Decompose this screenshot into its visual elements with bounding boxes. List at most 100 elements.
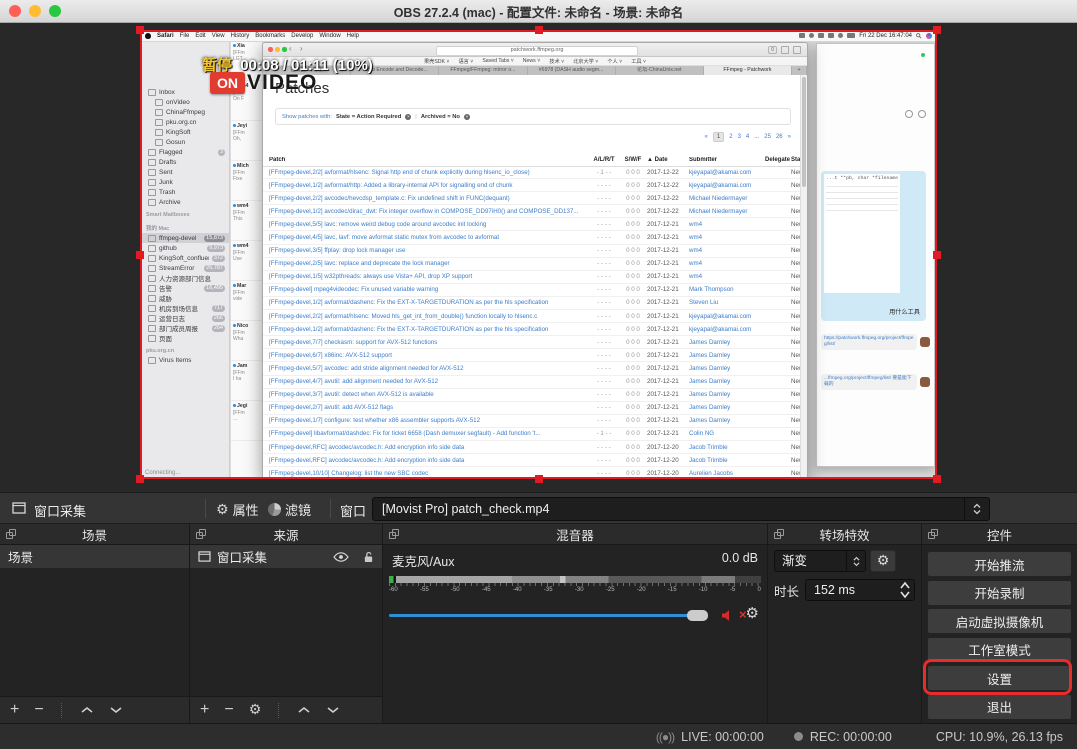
- menu-item[interactable]: View: [212, 33, 225, 39]
- mail-folder[interactable]: Virus Items: [140, 355, 229, 365]
- patch-row[interactable]: [FFmpeg-devel,6/7] x86inc: AVX-512 suppo…: [263, 349, 800, 362]
- mail-list-item[interactable]: wm4[FFmThis: [231, 201, 262, 241]
- page-link[interactable]: 26: [776, 134, 783, 140]
- patch-row[interactable]: [FFmpeg-devel,5/7] avcodec: add stride a…: [263, 362, 800, 375]
- patch-row[interactable]: [FFmpeg-devel,RFC] avcodec/avcodec.h: Ad…: [263, 454, 800, 467]
- page-link[interactable]: 1: [713, 132, 724, 142]
- resize-handle[interactable]: [136, 26, 144, 34]
- patch-row[interactable]: [FFmpeg-devel,1/2] avcodec/dirac_dwt: Fi…: [263, 205, 800, 218]
- mail-folder[interactable]: onVideo: [140, 97, 229, 107]
- transition-select[interactable]: 渐变: [774, 550, 866, 572]
- menu-item[interactable]: Edit: [195, 33, 205, 39]
- menu-item[interactable]: Window: [319, 33, 340, 39]
- page-link[interactable]: ...: [754, 134, 759, 140]
- start-streaming-button[interactable]: 开始推流: [928, 552, 1071, 576]
- mail-list-item[interactable]: Mar[FFmvide: [231, 281, 262, 321]
- settings-button[interactable]: 设置: [928, 666, 1071, 690]
- mail-folder[interactable]: 页面: [140, 333, 229, 343]
- patch-row[interactable]: [FFmpeg-devel,10/10] Changelog: list the…: [263, 467, 800, 479]
- mail-folder[interactable]: Drafts: [140, 157, 229, 167]
- page-link[interactable]: 2: [729, 134, 732, 140]
- mail-folder[interactable]: ChinaFfmpeg: [140, 107, 229, 117]
- bookmark-item[interactable]: 个人 ˅: [607, 58, 622, 65]
- bookmark-item[interactable]: Saved Tabs ˅: [482, 58, 513, 64]
- patch-row[interactable]: [FFmpeg-devel] mpeg4videodec: Fix unused…: [263, 284, 800, 297]
- mail-folder[interactable]: KingSoft_confluence372: [140, 253, 229, 263]
- filters-button[interactable]: 滤镜: [268, 500, 311, 519]
- mail-folder[interactable]: 机房到场信息717: [140, 303, 229, 313]
- column-header[interactable]: S/W/F: [619, 157, 647, 163]
- page-link[interactable]: »: [788, 134, 791, 140]
- column-header[interactable]: Submitter: [689, 157, 765, 163]
- minimize-button[interactable]: [29, 5, 41, 17]
- scrollbar[interactable]: [800, 75, 807, 479]
- popout-icon[interactable]: [6, 529, 16, 539]
- mail-list-item[interactable]: Mich[FFmFixe: [231, 161, 262, 201]
- page-link[interactable]: 4: [746, 134, 749, 140]
- mail-folder[interactable]: 告警16,495: [140, 283, 229, 293]
- patch-row[interactable]: [FFmpeg-devel,2/2] avcodec/hevcdsp_templ…: [263, 192, 800, 205]
- safari-window[interactable]: ‹ › patchwork.ffmpeg.org 0 果壳SDK ˅语言 ˅Sa…: [262, 42, 808, 479]
- scene-item[interactable]: 场景: [0, 545, 189, 568]
- mail-folder[interactable]: 威胁: [140, 293, 229, 303]
- mail-folder[interactable]: 运营日志266: [140, 313, 229, 323]
- exit-button[interactable]: 退出: [928, 695, 1071, 719]
- column-header[interactable]: Delegate: [765, 157, 791, 163]
- spinner-arrows-icon[interactable]: [899, 581, 911, 599]
- safari-tab[interactable]: FFmpeg/FFmpeg: mirror o...: [439, 66, 527, 75]
- patch-row[interactable]: [FFmpeg-devel] libavformat/dashdec: Fix …: [263, 428, 800, 441]
- resize-handle[interactable]: [535, 475, 543, 483]
- transition-gear-button[interactable]: ⚙: [870, 550, 896, 572]
- page-link[interactable]: «: [705, 134, 708, 140]
- column-header[interactable]: A/L/R/T: [589, 157, 619, 163]
- close-button[interactable]: [9, 5, 21, 17]
- virtual-camera-button[interactable]: 启动虚拟摄像机: [928, 609, 1071, 633]
- move-source-up-button[interactable]: [297, 706, 311, 714]
- popout-icon[interactable]: [928, 529, 938, 539]
- patch-row[interactable]: [FFmpeg-devel,1/2] avformat/dashenc: Fix…: [263, 297, 800, 310]
- mail-list-item[interactable]: Jegi[FFm...: [231, 401, 262, 441]
- properties-button[interactable]: ⚙ 属性: [216, 500, 259, 519]
- remove-scene-button[interactable]: −: [34, 702, 43, 718]
- window-select[interactable]: [Movist Pro] patch_check.mp4: [372, 497, 990, 521]
- mute-speaker-icon[interactable]: [721, 609, 734, 622]
- visibility-eye-icon[interactable]: [333, 552, 349, 562]
- patch-row[interactable]: [FFmpeg-devel,7/7] checkasm: support for…: [263, 336, 800, 349]
- chat-window[interactable]: ...t **pb, char *filename 用什么工具 https://…: [816, 43, 935, 467]
- source-properties-gear-icon[interactable]: ⚙: [249, 703, 262, 717]
- mail-folder[interactable]: Sent: [140, 167, 229, 177]
- add-person-icon[interactable]: [918, 110, 926, 118]
- zoom-button[interactable]: [49, 5, 61, 17]
- resize-handle[interactable]: [933, 26, 941, 34]
- mail-folder[interactable]: ffmpeg-devel15,873: [140, 233, 229, 243]
- captured-source[interactable]: SafariFileEditViewHistoryBookmarksDevelo…: [140, 30, 937, 479]
- mail-list-item[interactable]: Jeyi[FFmOh,: [231, 121, 262, 161]
- remove-filter-icon[interactable]: ×: [405, 114, 411, 120]
- patch-row[interactable]: [FFmpeg-devel,RFC] avcodec/avcodec.h: Ad…: [263, 441, 800, 454]
- popout-icon[interactable]: [774, 529, 784, 539]
- lock-icon[interactable]: [363, 551, 374, 563]
- mail-folder[interactable]: Gosun: [140, 137, 229, 147]
- safari-tab[interactable]: 论坛-ChinaUnix.net: [616, 66, 704, 75]
- column-header[interactable]: Patch: [263, 157, 589, 163]
- move-scene-down-button[interactable]: [109, 706, 123, 714]
- mail-list-item[interactable]: Jam[FFmI ha: [231, 361, 262, 401]
- chat-link[interactable]: ...ffmpeg.org/project/ffmpeg/list/ 要是能下载…: [821, 374, 917, 390]
- tabs-icon[interactable]: [793, 46, 801, 54]
- safari-tab[interactable]: #6978 (DASH audio segm...: [528, 66, 616, 75]
- mail-folder[interactable]: 人力资源部门信息: [140, 273, 229, 283]
- volume-slider-track[interactable]: [389, 614, 699, 617]
- patch-row[interactable]: [FFmpeg-devel,3/5] ffplay: drop lock man…: [263, 245, 800, 258]
- mail-folder[interactable]: Junk: [140, 177, 229, 187]
- patch-row[interactable]: [FFmpeg-devel,1/7] configure: test wheth…: [263, 415, 800, 428]
- bookmark-item[interactable]: 工具 ˅: [631, 58, 646, 65]
- mail-folder[interactable]: 部门成员周报264: [140, 323, 229, 333]
- move-source-down-button[interactable]: [326, 706, 340, 714]
- mail-folder[interactable]: KingSoft: [140, 127, 229, 137]
- menu-item[interactable]: Develop: [291, 33, 313, 39]
- menu-item[interactable]: Bookmarks: [255, 33, 285, 39]
- mail-folder[interactable]: Trash: [140, 187, 229, 197]
- patch-row[interactable]: [FFmpeg-devel,1/2] avformat/dashenc: Fix…: [263, 323, 800, 336]
- safari-tab[interactable]: FFmpeg - Patchwork: [704, 66, 792, 75]
- add-scene-button[interactable]: +: [10, 702, 19, 718]
